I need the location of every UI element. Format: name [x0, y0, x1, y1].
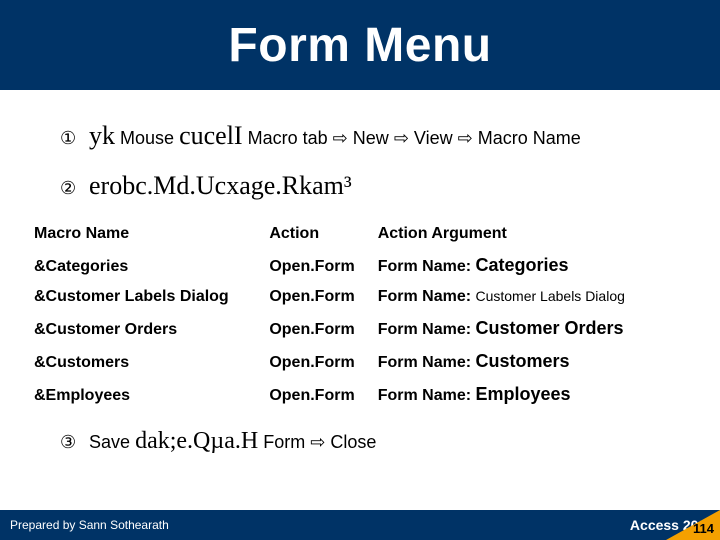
arg-label: Form Name: — [378, 321, 476, 338]
cell-action-argument: Form Name: Customer Orders — [374, 312, 670, 345]
cell-action-argument: Form Name: Customers — [374, 345, 670, 378]
cell-macro-name: &Customer Orders — [30, 312, 265, 345]
col-action: Action — [265, 219, 373, 249]
step-3: ③ Save dak;e.Qµa.H Form ⇨ Close — [60, 425, 690, 459]
bullet-2-icon: ② — [60, 176, 84, 201]
cell-action-argument: Form Name: Employees — [374, 378, 670, 411]
arrow-icon: ⇨ — [394, 128, 409, 148]
cell-action: Open.Form — [265, 249, 373, 282]
page-title: Form Menu — [228, 18, 491, 73]
cell-macro-name: &Customers — [30, 345, 265, 378]
table-row: &Customer OrdersOpen.FormForm Name: Cust… — [30, 312, 670, 345]
cell-macro-name: &Categories — [30, 249, 265, 282]
table-row: &EmployeesOpen.FormForm Name: Employees — [30, 378, 670, 411]
footer-bar: Prepared by Sann Sothearath Access 2003 … — [0, 510, 720, 540]
bullet-1-icon: ① — [60, 126, 84, 151]
arg-label: Form Name: — [378, 387, 476, 404]
page-corner: 114 — [666, 510, 720, 540]
table-row: &CustomersOpen.FormForm Name: Customers — [30, 345, 670, 378]
step1-word3: cucelI — [179, 121, 243, 150]
arg-label: Form Name: — [378, 258, 476, 275]
cell-macro-name: &Employees — [30, 378, 265, 411]
prepared-by: Prepared by Sann Sothearath — [0, 518, 630, 532]
col-action-argument: Action Argument — [374, 219, 670, 249]
arrow-icon: ⇨ — [458, 128, 473, 148]
step1-word7: Macro Name — [478, 128, 581, 148]
table-row: &CategoriesOpen.FormForm Name: Categorie… — [30, 249, 670, 282]
cell-action-argument: Form Name: Categories — [374, 249, 670, 282]
cell-action: Open.Form — [265, 378, 373, 411]
step2-text: erobc.Md.Ucxage.Rkam³ — [89, 171, 352, 200]
cell-action: Open.Form — [265, 312, 373, 345]
col-macro-name: Macro Name — [30, 219, 265, 249]
arg-value: Employees — [475, 384, 570, 404]
table-row: &Customer Labels DialogOpen.FormForm Nam… — [30, 282, 670, 312]
content-area: ① yk Mouse cucelI Macro tab ⇨ New ⇨ View… — [0, 90, 720, 458]
step3-word4: Close — [330, 432, 376, 452]
title-band: Form Menu — [0, 0, 720, 90]
table-header-row: Macro Name Action Action Argument — [30, 219, 670, 249]
step1-word4: Macro tab — [248, 128, 328, 148]
cell-action: Open.Form — [265, 345, 373, 378]
arg-value: Customers — [475, 351, 569, 371]
step3-word3: Form — [263, 432, 305, 452]
step1-word2: Mouse — [120, 128, 174, 148]
step-2: ② erobc.Md.Ucxage.Rkam³ — [60, 168, 690, 204]
step3-word1: Save — [89, 432, 130, 452]
bullet-3-icon: ③ — [60, 430, 84, 455]
arg-value: Customer Orders — [475, 318, 623, 338]
arg-value: Customer Labels Dialog — [475, 288, 624, 304]
step3-word2: dak;e.Qµa.H — [135, 428, 258, 454]
arg-label: Form Name: — [378, 288, 476, 305]
arrow-icon: ⇨ — [333, 128, 348, 148]
step1-word6: View — [414, 128, 453, 148]
step1-word1: yk — [89, 121, 115, 150]
step1-word5: New — [353, 128, 389, 148]
arg-value: Categories — [475, 255, 568, 275]
page-number: 114 — [693, 521, 714, 536]
cell-macro-name: &Customer Labels Dialog — [30, 282, 265, 312]
step-1: ① yk Mouse cucelI Macro tab ⇨ New ⇨ View… — [60, 118, 690, 154]
arg-label: Form Name: — [378, 354, 476, 371]
macro-table: Macro Name Action Action Argument &Categ… — [30, 219, 670, 411]
cell-action: Open.Form — [265, 282, 373, 312]
arrow-icon: ⇨ — [310, 432, 325, 452]
slide: Form Menu ① yk Mouse cucelI Macro tab ⇨ … — [0, 0, 720, 540]
cell-action-argument: Form Name: Customer Labels Dialog — [374, 282, 670, 312]
